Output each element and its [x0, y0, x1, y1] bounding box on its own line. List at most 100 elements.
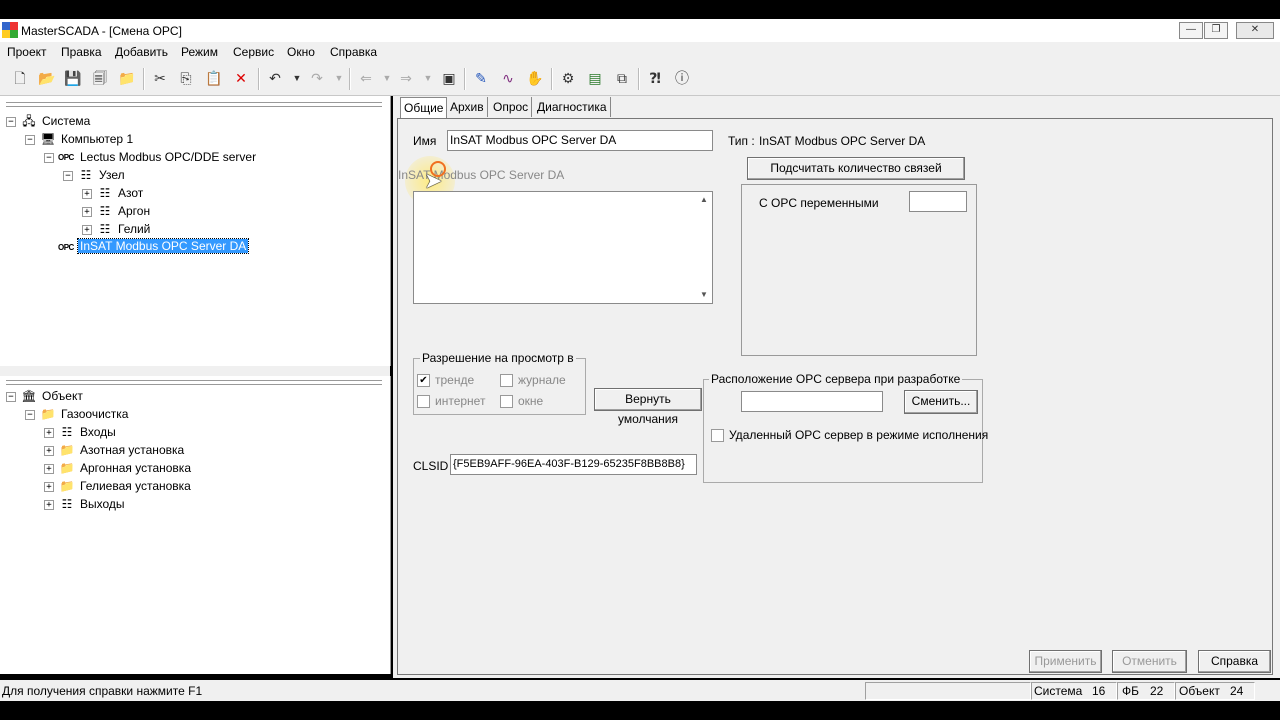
- paste-icon[interactable]: 📋: [204, 68, 224, 88]
- panel-grip: [6, 102, 382, 107]
- panel-splitter[interactable]: [0, 366, 390, 376]
- tab-diagnostics[interactable]: Диагностика: [534, 97, 611, 117]
- tree-node-object[interactable]: Объект: [42, 389, 83, 403]
- minimize-button[interactable]: —: [1179, 22, 1203, 39]
- collapse-icon[interactable]: −: [44, 153, 54, 163]
- description-textarea[interactable]: [413, 191, 713, 304]
- tree-node-argon-unit[interactable]: Аргонная установка: [80, 461, 191, 475]
- menu-project[interactable]: Проект: [7, 45, 47, 59]
- expand-icon[interactable]: +: [44, 464, 54, 474]
- internet-checkbox[interactable]: [417, 395, 430, 408]
- close-window-button[interactable]: ✕: [1236, 22, 1274, 39]
- window-icon[interactable]: ▣: [439, 68, 459, 88]
- count-links-button[interactable]: Подсчитать количество связей: [747, 157, 965, 180]
- scroll-down-icon[interactable]: ▼: [700, 290, 708, 299]
- change-button[interactable]: Сменить...: [904, 390, 978, 414]
- cancel-button[interactable]: Отменить: [1112, 650, 1187, 673]
- folder-icon[interactable]: 📁: [117, 68, 137, 88]
- tree-node-gas-cleaning[interactable]: Газоочистка: [61, 407, 128, 421]
- status-fb-label: ФБ: [1122, 684, 1139, 698]
- apply-button[interactable]: Применить: [1029, 650, 1102, 673]
- new-icon[interactable]: 🗋: [10, 68, 30, 88]
- tab-archive[interactable]: Архив: [447, 97, 488, 117]
- copy-icon[interactable]: ⎘: [176, 68, 196, 88]
- collapse-icon[interactable]: −: [6, 392, 16, 402]
- menu-window[interactable]: Окно: [287, 45, 315, 59]
- collapse-icon[interactable]: −: [25, 410, 35, 420]
- tab-poll[interactable]: Опрос: [490, 97, 533, 117]
- save-icon[interactable]: 💾: [63, 68, 83, 88]
- tree-node-lectus-server[interactable]: Lectus Modbus OPC/DDE server: [80, 150, 256, 164]
- menu-add[interactable]: Добавить: [115, 45, 168, 59]
- scroll-up-icon[interactable]: ▲: [700, 195, 708, 204]
- tree-node-nitrogen-unit[interactable]: Азотная установка: [80, 443, 184, 457]
- tree-node-helium-unit[interactable]: Гелиевая установка: [80, 479, 191, 493]
- remote-server-checkbox[interactable]: [711, 429, 724, 442]
- window-label: окне: [518, 394, 544, 408]
- save-all-icon[interactable]: 🗐: [90, 68, 110, 88]
- help-context-icon[interactable]: ⁈: [645, 68, 665, 88]
- cut-icon[interactable]: ✂: [150, 68, 170, 88]
- expand-icon[interactable]: +: [82, 207, 92, 217]
- tree-node-insat-server[interactable]: InSAT Modbus OPC Server DA: [76, 238, 250, 254]
- tree-node-uzel[interactable]: Узел: [99, 168, 125, 182]
- forward-dropdown-icon[interactable]: ▼: [418, 68, 438, 88]
- chart-icon[interactable]: ▤: [585, 68, 605, 88]
- help-button[interactable]: Справка: [1198, 650, 1271, 673]
- expand-icon[interactable]: +: [44, 482, 54, 492]
- folder-icon: 📁: [40, 407, 56, 421]
- collapse-icon[interactable]: −: [63, 171, 73, 181]
- status-system-label: Система: [1034, 684, 1083, 698]
- tree-node-system[interactable]: Система: [42, 114, 90, 128]
- tree-node-azot[interactable]: Азот: [118, 186, 143, 200]
- back-icon[interactable]: ⇐: [356, 68, 376, 88]
- tree-node-argon[interactable]: Аргон: [118, 204, 150, 218]
- expand-icon[interactable]: +: [44, 446, 54, 456]
- menu-service[interactable]: Сервис: [233, 45, 274, 59]
- redo-dropdown-icon[interactable]: ▼: [329, 68, 349, 88]
- clsid-field[interactable]: {F5EB9AFF-96EA-403F-B129-65235F8BB8B8}: [450, 454, 697, 475]
- journal-checkbox[interactable]: [500, 374, 513, 387]
- name-field[interactable]: InSAT Modbus OPC Server DA: [447, 130, 713, 151]
- toolbar-separator: [349, 68, 351, 90]
- edit-icon[interactable]: ✎: [471, 68, 491, 88]
- expand-icon[interactable]: +: [82, 225, 92, 235]
- delete-icon[interactable]: ✕: [231, 68, 251, 88]
- menu-mode[interactable]: Режим: [181, 45, 218, 59]
- tree-node-computer[interactable]: Компьютер 1: [61, 132, 133, 146]
- tree-node-outputs[interactable]: Выходы: [80, 497, 125, 511]
- collapse-icon[interactable]: −: [6, 117, 16, 127]
- expand-icon[interactable]: +: [82, 189, 92, 199]
- opc-location-field[interactable]: [741, 391, 883, 412]
- forward-icon[interactable]: ⇒: [396, 68, 416, 88]
- menu-edit[interactable]: Правка: [61, 45, 102, 59]
- network-icon[interactable]: ⚙: [558, 68, 578, 88]
- folder-icon: 📁: [59, 443, 75, 457]
- settings-icon[interactable]: ⧉: [612, 68, 632, 88]
- trend-checkbox[interactable]: ✔: [417, 374, 430, 387]
- title-bar: [0, 19, 1280, 42]
- wave-icon[interactable]: ∿: [498, 68, 518, 88]
- status-hint: Для получения справки нажмите F1: [2, 684, 203, 698]
- window-checkbox[interactable]: [500, 395, 513, 408]
- tree-node-inputs[interactable]: Входы: [80, 425, 116, 439]
- restore-defaults-button[interactable]: Вернуть умолчания: [594, 388, 702, 426]
- expand-icon[interactable]: +: [44, 500, 54, 510]
- folder-icon: 📁: [59, 461, 75, 475]
- tab-general[interactable]: Общие: [400, 97, 448, 118]
- redo-icon[interactable]: ↷: [307, 68, 327, 88]
- node-icon: ☷: [61, 425, 73, 439]
- undo-dropdown-icon[interactable]: ▼: [287, 68, 307, 88]
- hand-icon[interactable]: ✋: [525, 68, 545, 88]
- window-title: MasterSCADA - [Смена OPC]: [21, 24, 182, 38]
- restore-button[interactable]: ❐: [1204, 22, 1228, 39]
- back-dropdown-icon[interactable]: ▼: [377, 68, 397, 88]
- open-icon[interactable]: 📂: [37, 68, 57, 88]
- menu-help[interactable]: Справка: [330, 45, 377, 59]
- tree-node-geliy[interactable]: Гелий: [118, 222, 150, 236]
- help-icon[interactable]: ⓘ: [672, 68, 692, 88]
- status-object-label: Объект: [1179, 684, 1220, 698]
- collapse-icon[interactable]: −: [25, 135, 35, 145]
- undo-icon[interactable]: ↶: [265, 68, 285, 88]
- expand-icon[interactable]: +: [44, 428, 54, 438]
